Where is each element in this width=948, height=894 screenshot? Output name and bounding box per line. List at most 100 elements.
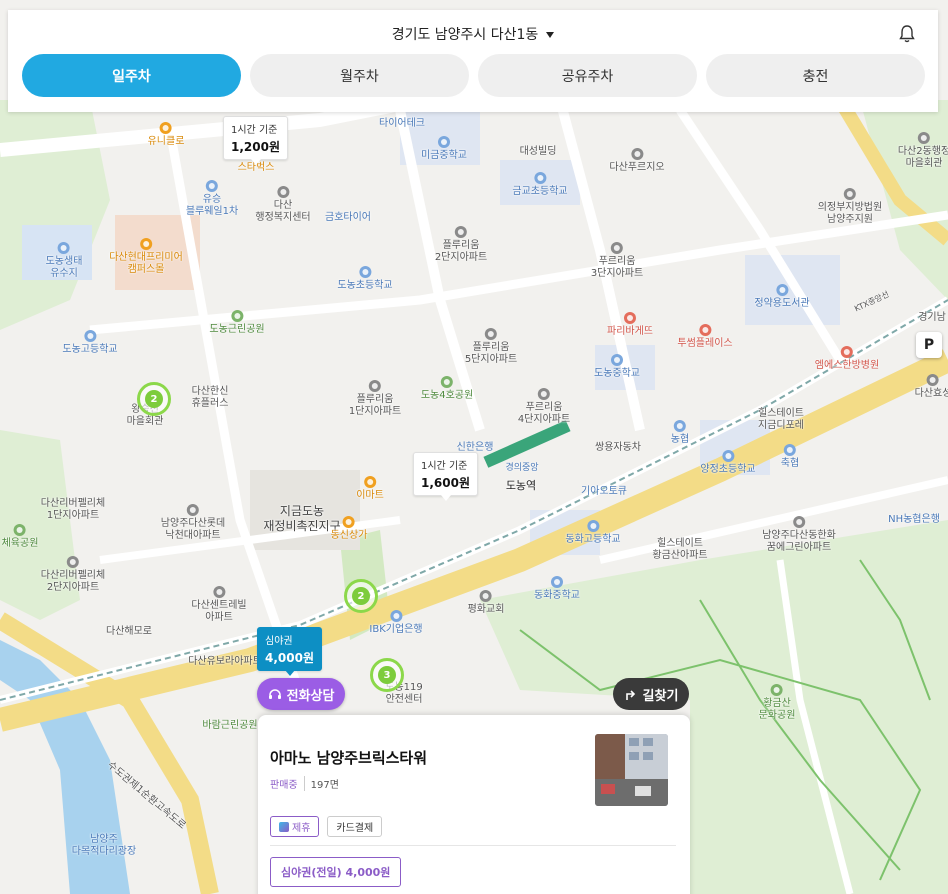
school-icon xyxy=(83,330,96,342)
poi-gyeonggi: 경기남 xyxy=(918,312,946,323)
price-value: 4,000원 xyxy=(265,651,314,665)
parking-detail-card[interactable]: 아마노 남양주브릭스타워 판매중 197면 제휴 카드결제 심야권(전일) 4,… xyxy=(258,715,690,894)
apartment-icon xyxy=(455,226,467,238)
park-icon xyxy=(230,310,243,322)
apartment-icon xyxy=(630,148,643,160)
price-basis: 심야권 xyxy=(265,636,293,647)
poi-prugio3: 푸르리움 3단지아파트 xyxy=(591,242,643,280)
parking-cluster-marker[interactable]: 2 xyxy=(137,382,171,416)
parking-type-tabs: 일주차 월주차 공유주차 충전 xyxy=(22,54,925,97)
price-basis: 1시간 기준 xyxy=(231,125,278,136)
parking-lot-title: 아마노 남양주브릭스타워 xyxy=(270,749,428,767)
court-icon xyxy=(844,188,856,200)
directions-label: 길찾기 xyxy=(642,688,679,704)
caret-down-icon xyxy=(546,32,555,38)
poi-yusung: 유승 블루웨일1차 xyxy=(186,180,238,218)
hospital-icon xyxy=(841,346,853,358)
poi-dasanhanshin: 다산한신 휴플러스 xyxy=(191,386,229,409)
apartment-icon xyxy=(212,586,225,598)
apartment-icon xyxy=(206,180,218,192)
library-icon xyxy=(775,284,788,296)
location-selector[interactable]: 경기도 남양주시 다산1동 xyxy=(8,24,938,44)
shop-icon xyxy=(160,122,172,134)
bank-icon xyxy=(389,610,402,622)
card-payment-chip: 카드결제 xyxy=(327,816,383,837)
school-icon xyxy=(533,172,546,184)
feature-chips: 제휴 카드결제 xyxy=(270,816,383,837)
poi-hillstate: 힐스테이트 지금디포레 xyxy=(758,408,804,431)
poi-chukhyup: 축협 xyxy=(781,444,799,470)
apartment-icon xyxy=(611,242,623,254)
phone-consult-button[interactable]: 전화상담 xyxy=(257,678,345,710)
poi-barami: 바람근린공원 xyxy=(202,720,258,731)
school-icon xyxy=(551,576,563,588)
poi-donong-eco: 도농생태 유수지 xyxy=(46,242,82,280)
bank-icon xyxy=(784,444,796,456)
directions-button[interactable]: 길찾기 xyxy=(613,678,689,710)
partner-chip-label: 제휴 xyxy=(292,823,311,834)
apartment-icon xyxy=(927,374,939,386)
bakery-icon xyxy=(624,312,636,324)
poi-geumgyo: 금교초등학교 xyxy=(512,172,568,198)
poi-donong-es: 도농초등학교 xyxy=(337,266,393,292)
tab-monthly-parking[interactable]: 월주차 xyxy=(250,54,469,97)
poi-court: 의정부지방법원 남양주지원 xyxy=(818,188,882,226)
park-icon xyxy=(771,684,783,696)
bank-icon xyxy=(674,420,686,432)
poi-donghwa-ms: 동화중학교 xyxy=(534,576,580,602)
apartment-icon xyxy=(369,380,381,392)
poi-donong-hs: 도농고등학교 xyxy=(62,330,118,356)
parking-cluster-marker[interactable]: 3 xyxy=(370,658,404,692)
park-icon xyxy=(441,376,453,388)
cafe-icon xyxy=(698,324,711,336)
tab-shared-parking[interactable]: 공유주차 xyxy=(478,54,697,97)
top-panel: 경기도 남양주시 다산1동 일주차 월주차 공유주차 충전 xyxy=(8,10,938,112)
poi-gym: 체육공원 xyxy=(2,524,38,550)
school-icon xyxy=(586,520,599,532)
school-icon xyxy=(721,450,734,462)
poi-msh: 엠에스한방병원 xyxy=(815,346,879,372)
park-icon xyxy=(14,524,26,536)
tab-daily-parking[interactable]: 일주차 xyxy=(22,54,241,97)
poi-pyeonghwa: 평화교회 xyxy=(468,590,504,616)
poi-donghwa-hs: 동화고등학교 xyxy=(565,520,621,546)
headset-icon xyxy=(268,689,281,699)
poi-nh: NH농협은행 xyxy=(888,514,940,525)
poi-daesung: 대성빌딩 xyxy=(519,146,557,157)
partner-logo-icon xyxy=(279,821,289,832)
poi-ssangyong: 쌍용자동차 xyxy=(595,442,641,453)
price-value: 1,200원 xyxy=(231,140,280,154)
poi-dasan2-town: 다산2동행정 마을회관 xyxy=(898,132,948,170)
church-icon xyxy=(480,590,492,602)
parking-price-marker[interactable]: 1시간 기준 1,200원 xyxy=(223,116,288,165)
poi-dasanhyo: 다산효성 xyxy=(915,374,948,400)
tab-charging[interactable]: 충전 xyxy=(706,54,925,97)
poi-donong-ms: 도농중학교 xyxy=(594,354,640,380)
poi-jigeum: 지금도농 재정비촉진지구 xyxy=(263,504,341,533)
poi-hillstate3: 힐스테이트 황금산아파트 xyxy=(652,538,708,561)
ticket-option[interactable]: 심야권(전일) 4,000원 xyxy=(270,857,402,887)
poi-jeongyak: 정약용도서관 xyxy=(754,284,810,310)
poi-prugio4: 푸르리움 4단지아파트 xyxy=(518,388,570,426)
poi-nonghyup: 농협 xyxy=(671,420,689,446)
school-icon xyxy=(611,354,623,366)
poi-donong-park: 도농근린공원 xyxy=(209,310,265,336)
selected-parking-marker[interactable]: 심야권 4,000원 xyxy=(257,627,322,676)
turn-arrow-icon xyxy=(625,689,635,700)
bell-icon[interactable] xyxy=(898,24,916,44)
poi-centreville: 다산센트레빌 아파트 xyxy=(191,586,247,624)
poi-namyang-dasan: 남양주다산동한화 꿈에그린아파트 xyxy=(762,516,836,554)
poi-dasanbora: 다산유보라아파트 xyxy=(188,656,262,667)
parking-lot-photo[interactable] xyxy=(595,734,668,806)
apartment-icon xyxy=(538,388,550,400)
spot-count: 197면 xyxy=(310,780,339,791)
phone-consult-label: 전화상담 xyxy=(286,688,335,704)
poi-namyangju: 남양주 다목적다리광장 xyxy=(71,834,137,857)
card-divider xyxy=(270,845,676,846)
parking-badge[interactable]: P xyxy=(916,332,942,358)
building-icon xyxy=(918,132,930,144)
parking-cluster-marker[interactable]: 2 xyxy=(344,579,378,613)
poi-emart: 이마트 xyxy=(356,476,384,502)
parking-price-marker[interactable]: 1시간 기준 1,600원 xyxy=(413,452,478,501)
school-icon xyxy=(438,136,450,148)
